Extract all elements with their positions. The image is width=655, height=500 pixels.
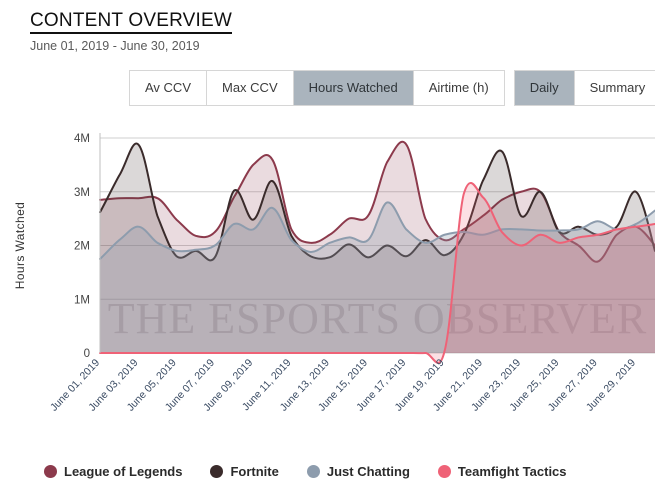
chart-legend: League of Legends Fortnite Just Chatting Te… [44,464,595,479]
legend-item[interactable]: Teamfight Tactics [437,464,567,479]
chart-toolbar: Av CCV Max CCV Hours Watched Airtime (h) Da… [129,70,655,106]
view-tab-group: Daily Summary [513,70,655,106]
x-axis: June 01, 2019June 03, 2019June 05, 2019J… [48,357,638,414]
legend-item[interactable]: League of Legends [44,464,182,479]
date-range-label: June 01, 2019 - June 30, 2019 [30,39,200,53]
tab-airtime-h[interactable]: Airtime (h) [413,71,504,105]
legend-item[interactable]: Just Chatting [306,464,410,479]
tab-av-ccv[interactable]: Av CCV [130,71,207,105]
y-axis-tick-label: 0 [84,348,90,360]
legend-item[interactable]: Fortnite [210,464,279,479]
y-axis-tick-label: 2M [74,241,90,253]
y-axis-tick-label: 1M [74,294,90,306]
legend-label: Just Chatting [326,464,410,479]
legend-label: Teamfight Tactics [457,464,567,479]
chart-series-group [99,140,655,364]
tab-daily[interactable]: Daily [514,71,575,105]
tab-hours-watched[interactable]: Hours Watched [293,71,414,105]
y-axis: 0 1M 2M 3M 4M Hours Watched [13,133,101,360]
hours-watched-area-chart: THE ESPORTS OBSERVER 01M2M3M4MHours Watc… [13,133,655,414]
legend-color-swatch-icon [210,465,224,478]
tab-max-ccv[interactable]: Max CCV [207,71,294,105]
page-title: CONTENT OVERVIEW [30,10,233,34]
legend-color-swatch-icon [44,465,57,478]
y-axis-tick-label: 3M [74,187,90,199]
legend-label: Fortnite [230,464,279,479]
legend-label: League of Legends [64,464,183,479]
legend-color-swatch-icon [306,465,320,478]
metric-tab-group: Av CCV Max CCV Hours Watched Airtime (h) [129,70,505,106]
chart-container: THE ESPORTS OBSERVER 0 1M 2M 3M 4M Hours Watc… [0,118,655,453]
y-axis-tick-label: 4M [74,133,90,145]
page-header: CONTENT OVERVIEW June 01, 2019 - June 30… [30,10,233,54]
y-axis-title: Hours Watched [13,202,27,289]
tab-summary[interactable]: Summary [574,71,655,105]
legend-color-swatch-icon [437,465,451,478]
